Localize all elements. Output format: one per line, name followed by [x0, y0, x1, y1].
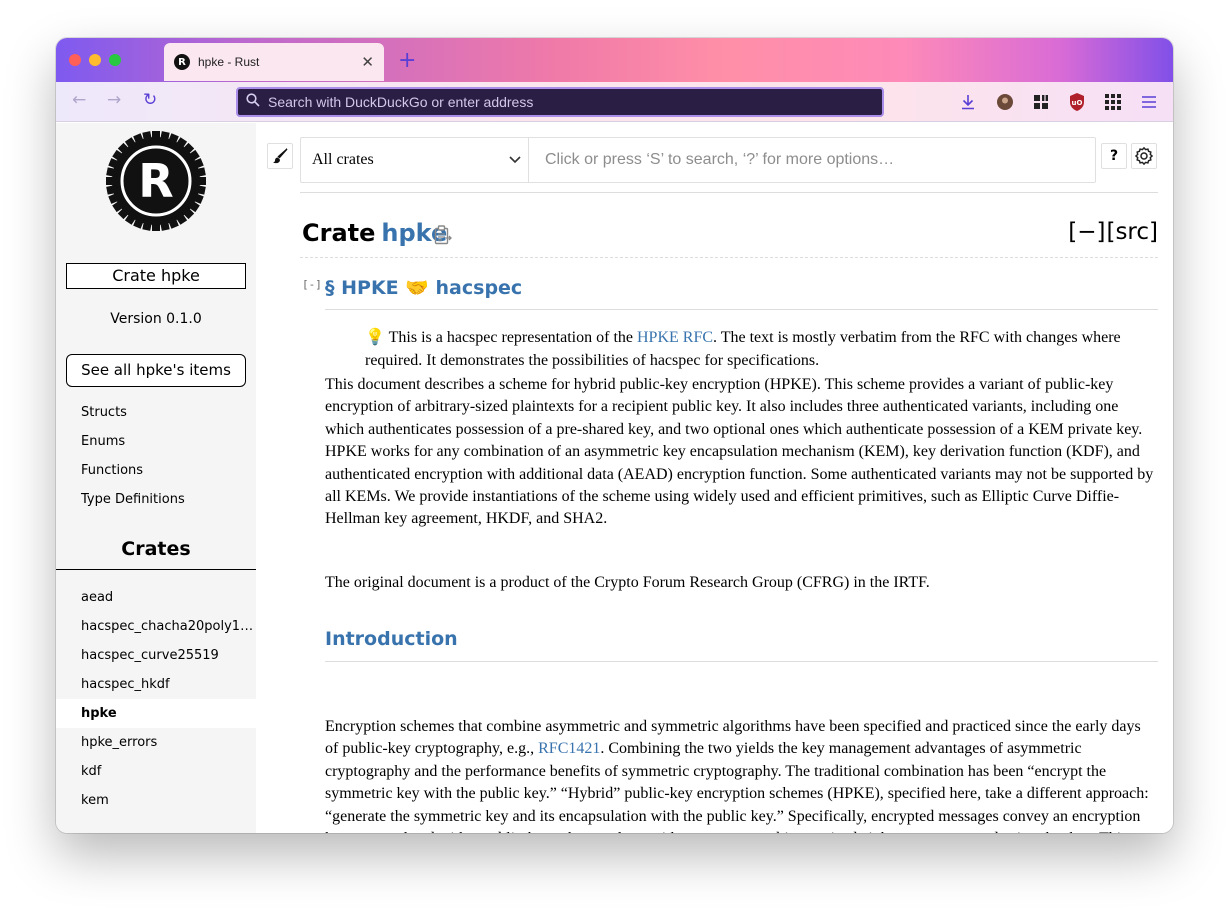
- close-tab-icon[interactable]: ✕: [361, 53, 374, 71]
- sidebar-link-functions[interactable]: Functions: [81, 463, 143, 478]
- crate-item-hacspec-hkdf[interactable]: hacspec_hkdf: [56, 670, 256, 699]
- hpke-rfc-link[interactable]: HPKE RFC: [637, 329, 713, 346]
- gear-icon: [1135, 147, 1153, 165]
- sidebar-link-enums[interactable]: Enums: [81, 434, 125, 449]
- section-heading-hpke-hacspec[interactable]: § HPKE 🤝 hacspec: [325, 276, 522, 299]
- browser-tab[interactable]: R hpke - Rust ✕: [164, 43, 384, 81]
- crate-item-aead[interactable]: aead: [56, 583, 256, 612]
- lightbulb-icon: 💡: [365, 329, 385, 346]
- source-link[interactable]: [src]: [1106, 219, 1158, 245]
- svg-text:uO: uO: [1072, 99, 1083, 107]
- browser-window: R hpke - Rust ✕ + ← → ↻ uO: [56, 38, 1173, 833]
- reload-icon[interactable]: ↻: [143, 90, 157, 110]
- out-of-band-links: [−][src]: [1067, 219, 1158, 245]
- svg-text:R: R: [138, 154, 173, 208]
- page-title: Crate hpke: [302, 219, 447, 247]
- close-window-button[interactable]: [69, 54, 81, 66]
- origin-paragraph: The original document is a product of th…: [325, 574, 930, 591]
- menu-hamburger-icon[interactable]: [1140, 93, 1158, 111]
- crate-item-hacspec-curve25519[interactable]: hacspec_curve25519: [56, 641, 256, 670]
- title-divider: [300, 257, 1158, 258]
- section-heading-introduction[interactable]: Introduction: [325, 628, 458, 650]
- rfc1421-link[interactable]: RFC1421: [538, 740, 600, 757]
- search-form: All crates: [300, 137, 1096, 183]
- sidebar-link-structs[interactable]: Structs: [81, 405, 127, 420]
- settings-button[interactable]: [1131, 143, 1157, 169]
- introduction-divider: [325, 661, 1158, 662]
- tab-title: hpke - Rust: [198, 55, 260, 69]
- search-divider: [300, 192, 1158, 193]
- crate-item-hpke-errors[interactable]: hpke_errors: [56, 728, 256, 757]
- crates-heading: Crates: [121, 538, 191, 560]
- minimize-window-button[interactable]: [89, 54, 101, 66]
- collapse-docs-toggle[interactable]: [-]: [302, 278, 322, 291]
- address-input[interactable]: [268, 94, 882, 110]
- browser-titlebar: R hpke - Rust ✕ +: [56, 38, 1173, 82]
- extensions-icon[interactable]: [1032, 93, 1050, 111]
- apps-grid-icon[interactable]: [1104, 93, 1122, 111]
- docs-sidebar: R Crate hpke Version 0.1.0 See all hpke'…: [56, 123, 256, 833]
- heading-divider: [325, 309, 1158, 310]
- back-arrow-icon[interactable]: ←: [72, 90, 86, 110]
- download-icon[interactable]: [959, 93, 977, 111]
- rust-logo-icon[interactable]: R: [106, 131, 206, 231]
- search-icon: [246, 93, 260, 111]
- forward-arrow-icon[interactable]: →: [107, 90, 121, 110]
- help-button[interactable]: ?: [1101, 143, 1127, 169]
- ublock-shield-icon[interactable]: uO: [1068, 93, 1086, 111]
- theme-picker-button[interactable]: [267, 143, 293, 169]
- zoom-window-button[interactable]: [109, 54, 121, 66]
- collapse-all-toggle[interactable]: [−]: [1068, 219, 1105, 245]
- crate-item-kdf[interactable]: kdf: [56, 757, 256, 786]
- page-title-kind: Crate: [302, 219, 376, 247]
- info-note: 💡 This is a hacspec representation of th…: [365, 329, 1121, 369]
- crate-name-label[interactable]: Crate hpke: [66, 263, 246, 289]
- crate-filter-value: All crates: [312, 151, 374, 168]
- crate-version: Version 0.1.0: [110, 311, 202, 327]
- docs-main: All crates ? Cratehpke [−][src]: [256, 123, 1173, 833]
- description-paragraph: This document describes a scheme for hyb…: [325, 376, 1154, 528]
- crate-filter-select[interactable]: All crates: [301, 138, 529, 182]
- crate-item-hpke[interactable]: hpke: [56, 699, 256, 728]
- introduction-paragraph: Encryption schemes that combine asymmetr…: [325, 718, 1149, 833]
- crates-divider: [56, 569, 256, 570]
- new-tab-button[interactable]: +: [398, 48, 416, 73]
- crate-item-kem[interactable]: kem: [56, 786, 256, 815]
- rust-favicon-icon: R: [174, 54, 190, 70]
- sidebar-link-type-definitions[interactable]: Type Definitions: [81, 492, 185, 507]
- copy-path-icon[interactable]: [434, 225, 452, 245]
- chevron-down-icon: [509, 156, 521, 164]
- docs-search-input[interactable]: [529, 138, 1095, 182]
- crate-item-hacspec-chacha20poly1305[interactable]: hacspec_chacha20poly1305: [56, 612, 256, 641]
- paintbrush-icon: [273, 148, 288, 164]
- profile-avatar-icon[interactable]: [996, 93, 1014, 111]
- browser-navbar: ← → ↻ uO: [56, 82, 1173, 122]
- address-bar[interactable]: [236, 87, 884, 117]
- see-all-items-button[interactable]: See all hpke's items: [66, 354, 246, 387]
